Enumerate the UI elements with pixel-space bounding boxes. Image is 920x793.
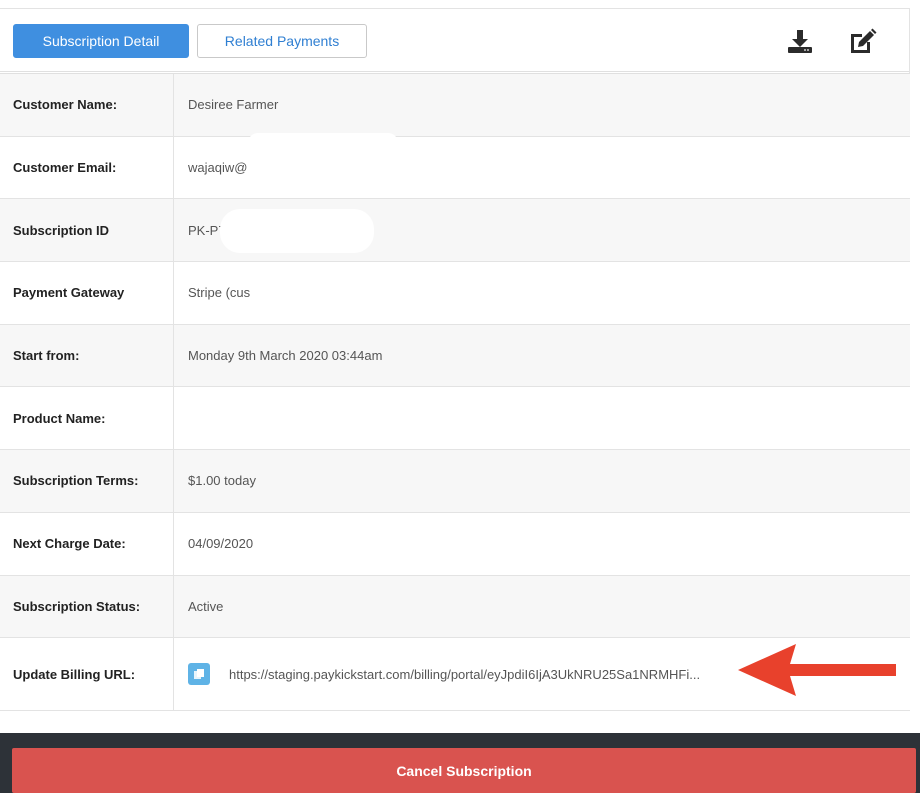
row-label: Update Billing URL: (0, 638, 174, 711)
row-label: Payment Gateway (0, 262, 174, 324)
subscription-status-value: Active (188, 598, 224, 614)
table-row: Product Name: (0, 387, 910, 451)
row-label: Next Charge Date: (0, 512, 174, 575)
redaction-mask (248, 132, 398, 153)
next-charge-date-value: 04/09/2020 (188, 536, 254, 552)
table-row: Start from: Monday 9th March 2020 03:44a… (0, 324, 910, 388)
table-row: Customer Email: wajaqiw@ (0, 132, 910, 200)
details-table: Customer Name: Desiree Farmer Customer E… (0, 73, 910, 712)
copy-icon (194, 669, 204, 680)
subscription-terms-value: $1.00 today (188, 473, 256, 489)
table-row: Payment Gateway Stripe (cus (0, 262, 910, 325)
table-row: Subscription Terms: $1.00 today (0, 450, 910, 513)
copy-url-button[interactable] (188, 663, 210, 686)
customer-email-value: wajaqiw@ (174, 132, 910, 199)
tab-bar: Subscription Detail Related Payments (0, 9, 909, 72)
row-label: Start from: (0, 324, 174, 387)
table-row: Subscription Status: Active (0, 575, 910, 639)
customer-name-value: Desiree Farmer (188, 97, 279, 113)
download-icon[interactable] (784, 25, 816, 57)
row-label: Customer Name: (0, 74, 174, 136)
subscription-panel: Subscription Detail Related Payments Cus… (0, 8, 910, 712)
start-date-value: Monday 9th March 2020 03:44am (188, 348, 383, 364)
redaction-mask (220, 209, 374, 254)
row-label: Subscription ID (0, 199, 174, 262)
table-row: Subscription ID PK-P7 (0, 199, 910, 263)
subscription-id-value: PK-P7 (174, 199, 910, 261)
tab-subscription-detail[interactable]: Subscription Detail (13, 24, 189, 58)
row-label: Subscription Status: (0, 575, 174, 638)
product-name-value (174, 387, 910, 449)
footer-bar: Cancel Subscription (0, 733, 920, 793)
billing-url-text[interactable]: https://staging.paykickstart.com/billing… (229, 667, 700, 682)
cancel-subscription-button[interactable]: Cancel Subscription (12, 748, 916, 793)
red-arrow-annotation (738, 644, 896, 696)
table-row: Customer Name: Desiree Farmer (0, 74, 910, 137)
customer-email-text: wajaqiw@ (188, 160, 248, 176)
row-label: Product Name: (0, 387, 174, 450)
edit-icon[interactable] (846, 25, 878, 57)
payment-gateway-value: Stripe (cus (188, 285, 251, 301)
row-label: Customer Email: (0, 136, 174, 199)
table-row: Next Charge Date: 04/09/2020 (0, 512, 910, 576)
row-label: Subscription Terms: (0, 450, 174, 512)
tab-related-payments[interactable]: Related Payments (197, 24, 367, 58)
